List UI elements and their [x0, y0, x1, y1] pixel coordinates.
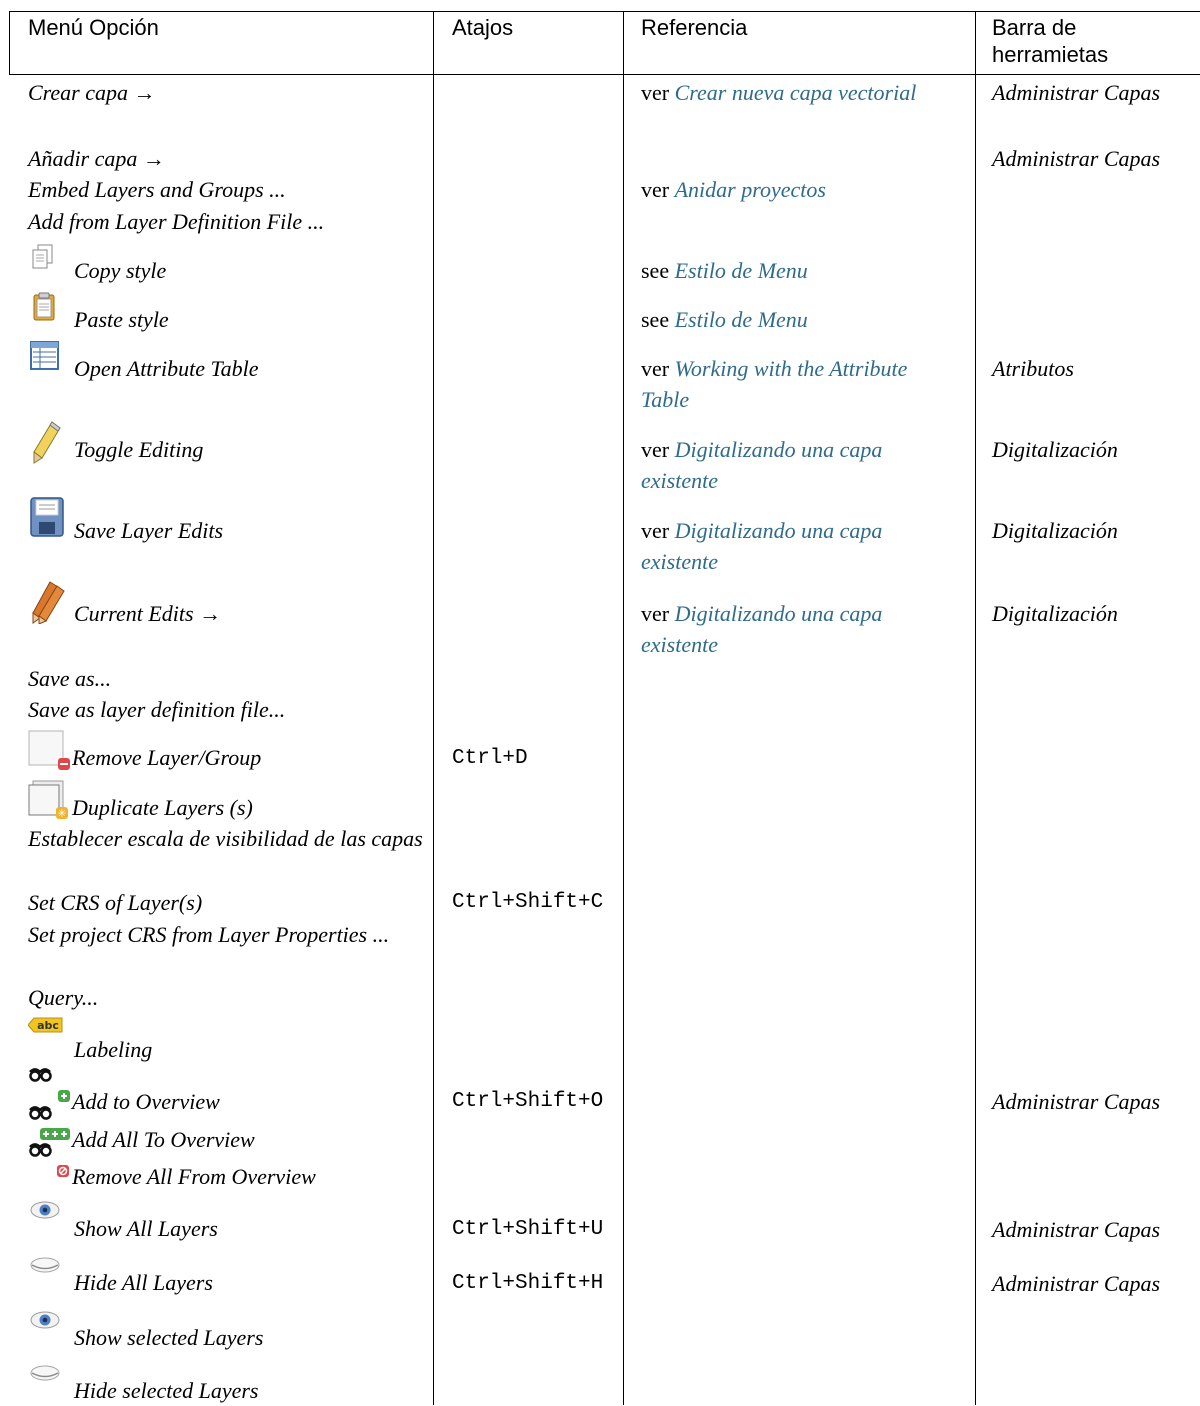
- reference-cell: see Estilo de Menu: [641, 255, 951, 286]
- menu-option: Add from Layer Definition File ...: [28, 209, 325, 234]
- header-menu-option: Menú Opción: [28, 15, 159, 40]
- menu-option: Remove All From Overview: [72, 1164, 316, 1189]
- column-border: [623, 11, 624, 1405]
- reference-cell: ver Anidar proyectos: [641, 174, 951, 205]
- eye-closed-icon: [30, 1257, 60, 1273]
- menu-option: Remove Layer/Group: [72, 745, 262, 770]
- floppy-disk-icon: [30, 497, 64, 537]
- menu-option: Set project CRS from Layer Properties ..…: [28, 922, 390, 947]
- menu-option: Establecer escala de visibilidad de las …: [28, 826, 423, 851]
- toolbar-cell: Administrar Capas: [992, 1217, 1161, 1242]
- reference-prefix: ver: [641, 601, 675, 626]
- menu-option: Save as...: [28, 666, 112, 691]
- menu-option: Hide selected Layers: [74, 1378, 259, 1403]
- reference-cell: ver Digitalizando una capa existente: [641, 598, 951, 660]
- menu-option: Añadir capa →: [28, 146, 165, 171]
- add-overview-icon: [29, 1068, 70, 1102]
- shortcut-cell: Ctrl+Shift+U: [452, 1218, 604, 1241]
- reference-cell: ver Working with the Attribute Table: [641, 353, 951, 415]
- column-border: [433, 11, 434, 1405]
- eye-open-icon: [30, 1311, 60, 1329]
- toolbar-cell: Administrar Capas: [992, 80, 1161, 105]
- menu-option: Set CRS of Layer(s): [28, 890, 203, 915]
- toolbar-cell: Digitalización: [992, 518, 1118, 543]
- menu-option: Add All To Overview: [72, 1127, 255, 1152]
- header-toolbar: Barra de herramietas: [992, 15, 1109, 67]
- svg-text:abc: abc: [37, 1019, 59, 1032]
- remove-layer-icon: [28, 730, 70, 770]
- menu-option: Hide All Layers: [74, 1270, 213, 1295]
- menu-option: Current Edits →: [74, 601, 222, 626]
- toolbar-cell: Digitalización: [992, 437, 1118, 462]
- reference-prefix: see: [641, 307, 675, 332]
- toolbar-cell: Administrar Capas: [992, 1271, 1161, 1296]
- add-all-overview-icon: [29, 1106, 70, 1140]
- reference-cell: ver Crear nueva capa vectorial: [641, 77, 951, 108]
- menu-option: Save as layer definition file...: [28, 697, 286, 722]
- reference-link[interactable]: Digitalizando una capa existente: [641, 437, 882, 493]
- menu-option: Copy style: [74, 258, 167, 283]
- pencil-icon: [33, 421, 61, 464]
- reference-prefix: ver: [641, 437, 675, 462]
- eye-open-icon: [30, 1201, 60, 1219]
- column-border: [9, 11, 10, 74]
- reference-prefix: ver: [641, 177, 675, 202]
- eye-closed-icon: [30, 1365, 60, 1381]
- menu-option: Show All Layers: [74, 1216, 218, 1241]
- menu-option: Duplicate Layers (s): [72, 795, 253, 820]
- reference-prefix: ver: [641, 518, 675, 543]
- header-shortcuts: Atajos: [452, 15, 514, 40]
- menu-option: Paste style: [74, 307, 169, 332]
- reference-cell: ver Digitalizando una capa existente: [641, 434, 951, 496]
- remove-all-overview-icon: [29, 1143, 69, 1177]
- header-reference: Referencia: [641, 15, 748, 40]
- menu-option: Show selected Layers: [74, 1325, 264, 1350]
- svg-text:✳: ✳: [57, 807, 66, 820]
- toolbar-cell: Digitalización: [992, 601, 1118, 626]
- reference-link[interactable]: Estilo de Menu: [675, 307, 808, 332]
- attribute-table-icon: [30, 341, 59, 370]
- shortcut-cell: Ctrl+D: [452, 747, 528, 770]
- shortcut-cell: Ctrl+Shift+H: [452, 1272, 604, 1295]
- reference-link[interactable]: Anidar proyectos: [675, 177, 826, 202]
- reference-prefix: ver: [641, 356, 675, 381]
- menu-option: Query...: [28, 985, 99, 1010]
- reference-link[interactable]: Working with the Attribute Table: [641, 356, 907, 412]
- menu-option: Embed Layers and Groups ...: [28, 177, 286, 202]
- reference-link[interactable]: Digitalizando una capa existente: [641, 518, 882, 574]
- menu-option: Open Attribute Table: [74, 356, 259, 381]
- menu-option: Labeling: [74, 1037, 153, 1062]
- labeling-abc-icon: abc: [28, 1017, 63, 1033]
- toolbar-cell: Administrar Capas: [992, 146, 1161, 171]
- shortcut-cell: Ctrl+Shift+O: [452, 1090, 604, 1113]
- shortcut-cell: Ctrl+Shift+C: [452, 891, 604, 914]
- reference-link[interactable]: Crear nueva capa vectorial: [675, 80, 917, 105]
- reference-prefix: ver: [641, 80, 675, 105]
- reference-link[interactable]: Estilo de Menu: [675, 258, 808, 283]
- reference-prefix: see: [641, 258, 675, 283]
- duplicate-layer-icon: ✳: [28, 780, 68, 820]
- toolbar-cell: Atributos: [992, 356, 1074, 381]
- paste-style-icon: [33, 292, 55, 321]
- menu-option: Add to Overview: [72, 1089, 220, 1114]
- reference-cell: ver Digitalizando una capa existente: [641, 515, 951, 577]
- menu-table: Menú Opción Atajos Referencia Barra de h…: [0, 0, 1200, 1405]
- menu-option: Crear capa →: [28, 80, 156, 105]
- multi-pencil-icon: [32, 581, 65, 624]
- reference-link[interactable]: Digitalizando una capa existente: [641, 601, 882, 657]
- menu-option: Save Layer Edits: [74, 518, 224, 543]
- copy-style-icon: [32, 244, 53, 269]
- menu-option: Toggle Editing: [74, 437, 204, 462]
- reference-cell: see Estilo de Menu: [641, 304, 951, 335]
- toolbar-cell: Administrar Capas: [992, 1089, 1161, 1114]
- column-border: [975, 11, 976, 1405]
